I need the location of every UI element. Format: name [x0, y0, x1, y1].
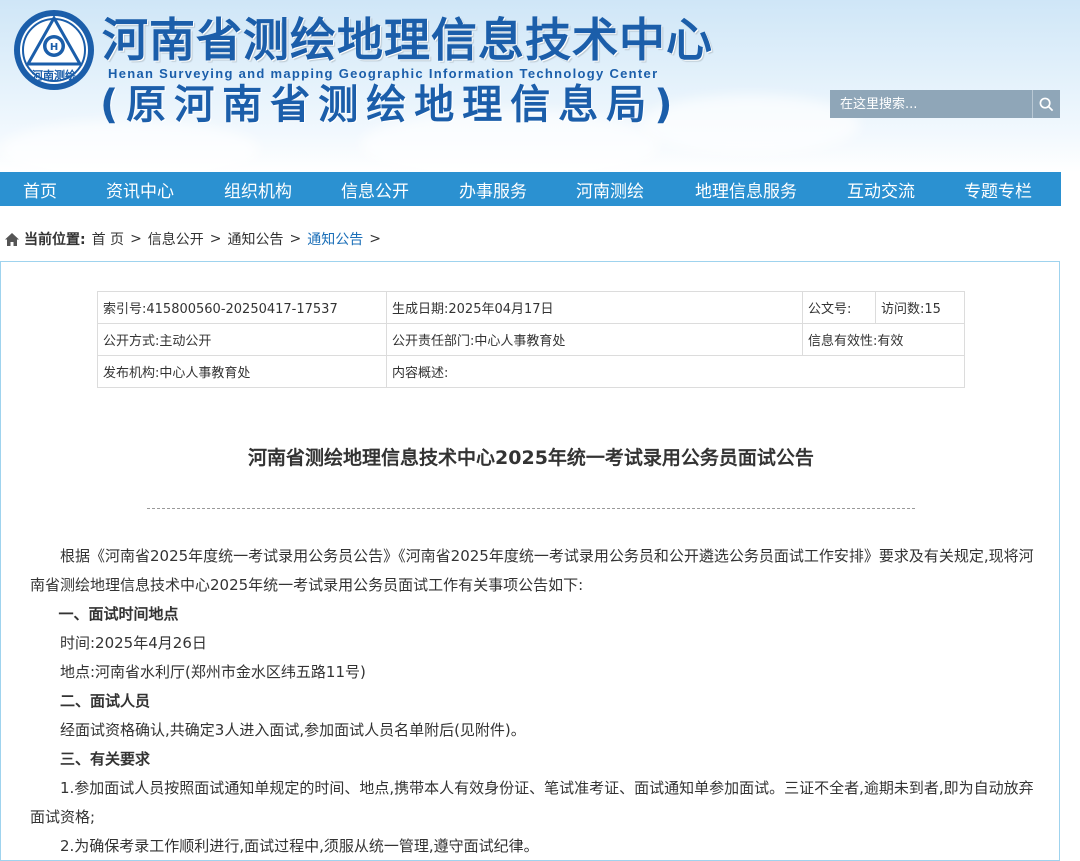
requirement-item-2: 2.为确保考录工作顺利进行,面试过程中,须服从统一管理,遵守面试纪律。	[60, 837, 539, 855]
section-heading-requirements: 三、有关要求	[60, 750, 151, 768]
interview-time: 时间:2025年4月26日	[60, 634, 207, 652]
nav-item-special-topics[interactable]: 专题专栏	[964, 177, 1032, 202]
title-divider	[147, 508, 915, 509]
breadcrumb: 当前位置: 首 页 > 信息公开 > 通知公告 > 通知公告 >	[4, 229, 387, 249]
breadcrumb-home[interactable]: 首 页	[92, 229, 124, 249]
home-icon	[5, 232, 19, 246]
search-input[interactable]	[830, 90, 1033, 118]
nav-item-home[interactable]: 首页	[23, 177, 57, 202]
candidates-text: 经面试资格确认,共确定3人进入面试,参加面试人员名单附后(见附件)。	[60, 721, 526, 739]
section-heading-candidates: 二、面试人员	[60, 692, 151, 710]
site-former-name: (原河南省测绘地理信息局)	[100, 82, 681, 128]
logo-text: 河南测绘	[32, 68, 76, 82]
table-row: 索引号:415800560-20250417-17537 生成日期:2025年0…	[97, 291, 965, 324]
main-nav: 首页 资讯中心 组织机构 信息公开 办事服务 河南测绘 地理信息服务 互动交流 …	[0, 172, 1061, 206]
meta-doc-no: 公文号:	[802, 291, 876, 324]
nav-item-organization[interactable]: 组织机构	[224, 177, 292, 202]
section-heading-time-place: 一、面试时间地点	[58, 605, 179, 623]
table-row: 公开方式:主动公开 公开责任部门:中心人事教育处 信息有效性:有效	[97, 323, 965, 356]
article-title: 河南省测绘地理信息技术中心2025年统一考试录用公务员面试公告	[248, 447, 814, 469]
site-logo-icon[interactable]: H 河南测绘	[12, 8, 96, 92]
meta-gen-date: 生成日期:2025年04月17日	[386, 291, 803, 324]
meta-open-mode: 公开方式:主动公开	[97, 323, 387, 356]
nav-item-interaction[interactable]: 互动交流	[847, 177, 915, 202]
breadcrumb-info-disclosure[interactable]: 信息公开	[148, 229, 204, 249]
site-title: 河南省测绘地理信息技术中心	[102, 13, 713, 67]
requirement-item-1: 1.参加面试人员按照面试通知单规定的时间、地点,携带本人有效身份证、笔试准考证、…	[30, 779, 1034, 826]
nav-item-news[interactable]: 资讯中心	[106, 177, 174, 202]
table-row: 发布机构:中心人事教育处 内容概述:	[97, 355, 965, 388]
meta-publisher: 发布机构:中心人事教育处	[97, 355, 387, 388]
content-panel: 索引号:415800560-20250417-17537 生成日期:2025年0…	[0, 261, 1060, 861]
site-header: H 河南测绘 河南省测绘地理信息技术中心 Henan Surveying and…	[0, 0, 1080, 172]
nav-item-info-disclosure[interactable]: 信息公开	[341, 177, 409, 202]
breadcrumb-notices[interactable]: 通知公告	[228, 229, 284, 249]
breadcrumb-separator: >	[369, 231, 381, 247]
search-box	[830, 90, 1060, 118]
meta-dept: 公开责任部门:中心人事教育处	[386, 323, 803, 356]
breadcrumb-separator: >	[209, 231, 222, 247]
article-intro: 根据《河南省2025年度统一考试录用公务员公告》《河南省2025年度统一考试录用…	[30, 547, 1034, 594]
site-subtitle-english: Henan Surveying and mapping Geographic I…	[108, 66, 659, 81]
search-icon	[1039, 97, 1054, 111]
nav-item-services[interactable]: 办事服务	[459, 177, 527, 202]
article-body: 根据《河南省2025年度统一考试录用公务员公告》《河南省2025年度统一考试录用…	[30, 542, 1035, 861]
nav-item-geo-info-service[interactable]: 地理信息服务	[695, 177, 797, 202]
breadcrumb-separator: >	[289, 231, 302, 247]
document-meta-table: 索引号:415800560-20250417-17537 生成日期:2025年0…	[97, 291, 965, 388]
interview-place: 地点:河南省水利厅(郑州市金水区纬五路11号)	[60, 663, 366, 681]
meta-visits: 访问数:15	[875, 291, 965, 324]
breadcrumb-current[interactable]: 通知公告	[307, 229, 363, 249]
breadcrumb-label: 当前位置:	[24, 232, 86, 248]
meta-index-no: 索引号:415800560-20250417-17537	[97, 291, 387, 324]
breadcrumb-separator: >	[130, 231, 142, 247]
meta-summary: 内容概述:	[386, 355, 965, 388]
logo-letter: H	[50, 42, 58, 53]
meta-validity: 信息有效性:有效	[802, 323, 965, 356]
nav-item-henan-surveying[interactable]: 河南测绘	[576, 177, 644, 202]
search-button[interactable]	[1032, 90, 1060, 118]
